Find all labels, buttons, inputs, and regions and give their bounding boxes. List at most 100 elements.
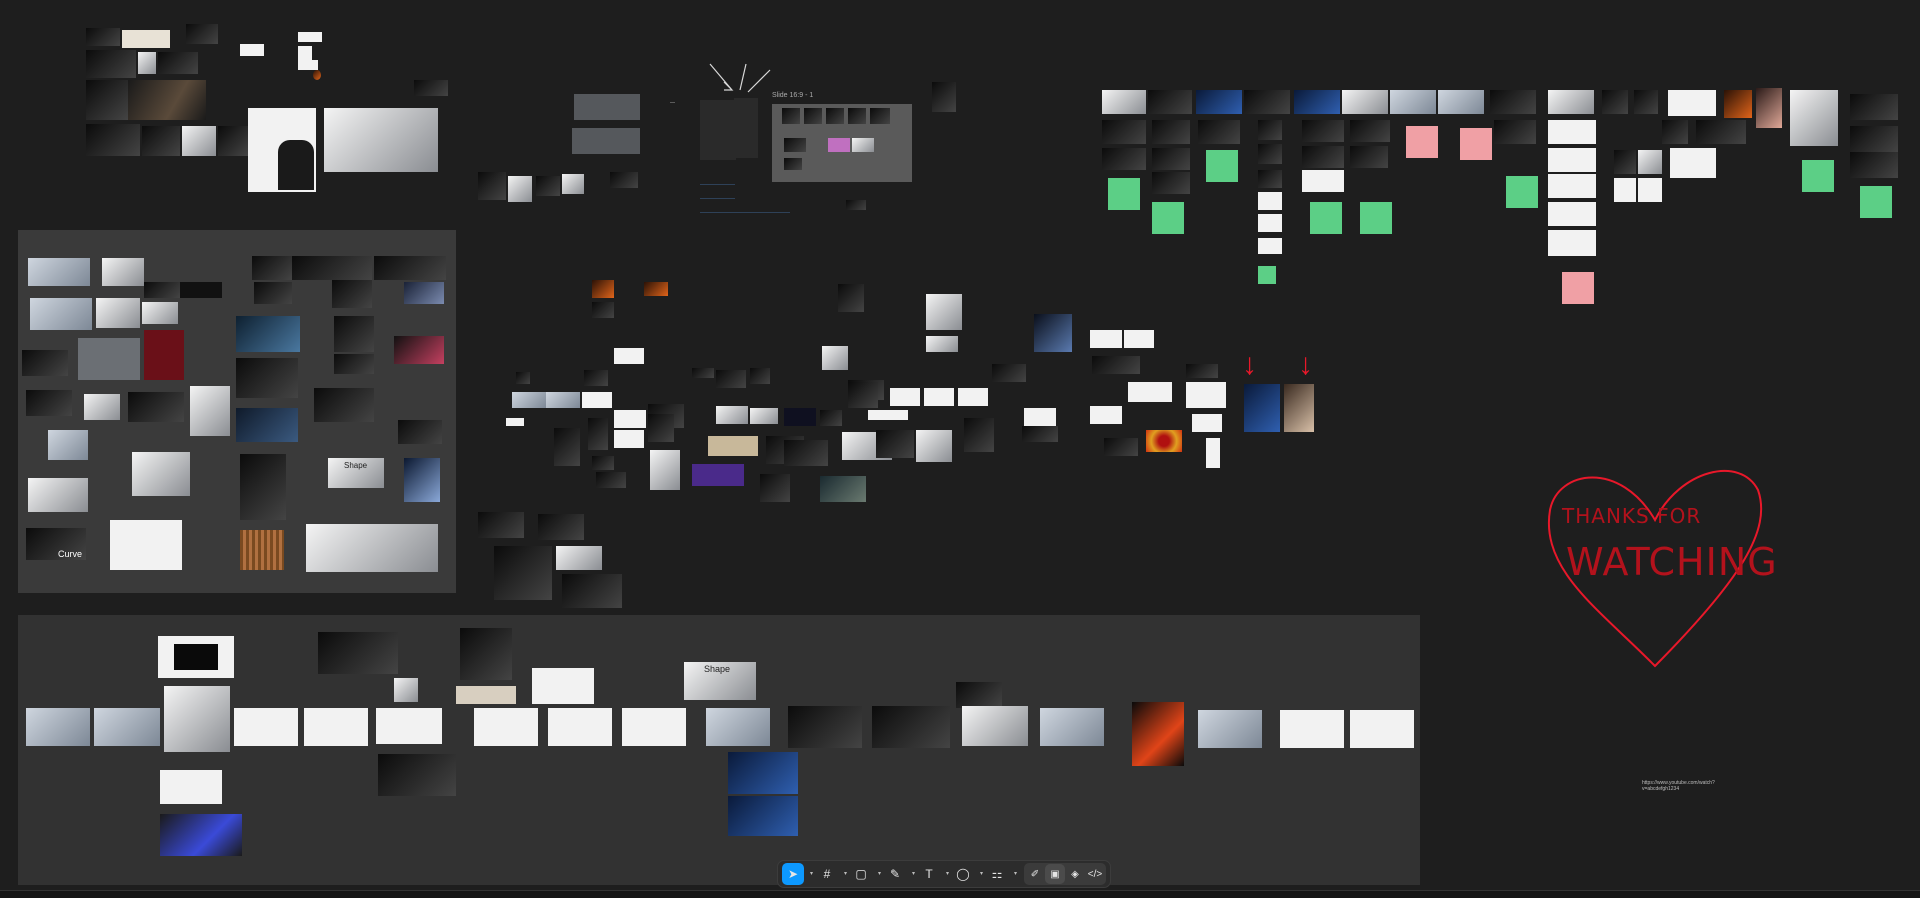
- canvas-image[interactable]: [876, 430, 914, 458]
- canvas-image[interactable]: [1148, 90, 1192, 114]
- canvas-image[interactable]: [750, 368, 770, 384]
- canvas-image[interactable]: [1670, 148, 1716, 178]
- canvas-image[interactable]: [1186, 364, 1218, 378]
- canvas-image[interactable]: [1024, 408, 1056, 426]
- canvas-image[interactable]: [644, 282, 668, 296]
- canvas-image[interactable]: [160, 814, 242, 856]
- canvas-image[interactable]: [512, 392, 546, 408]
- canvas-image[interactable]: [1548, 90, 1594, 114]
- canvas-image[interactable]: [122, 30, 170, 48]
- canvas-image[interactable]: [784, 440, 828, 466]
- canvas-image[interactable]: [716, 370, 746, 388]
- canvas-image[interactable]: [692, 464, 744, 486]
- canvas-image[interactable]: [22, 350, 68, 376]
- canvas-image[interactable]: [1850, 126, 1898, 152]
- canvas-image[interactable]: [94, 708, 160, 746]
- canvas-image[interactable]: [313, 70, 321, 80]
- canvas-image[interactable]: [494, 546, 552, 600]
- dev-mode-button[interactable]: </>: [1085, 864, 1105, 884]
- canvas-image[interactable]: [478, 172, 506, 200]
- canvas-image[interactable]: [306, 524, 438, 572]
- canvas-image[interactable]: [332, 280, 372, 308]
- canvas-image[interactable]: [1192, 414, 1222, 432]
- text-tool-button[interactable]: T ▾: [918, 863, 949, 885]
- canvas-image[interactable]: [236, 408, 298, 442]
- canvas-image[interactable]: [574, 94, 640, 120]
- canvas-image[interactable]: [1128, 382, 1172, 402]
- canvas-image[interactable]: [314, 388, 374, 422]
- sketch-arrows[interactable]: [706, 62, 776, 96]
- chevron-down-icon[interactable]: ▾: [980, 870, 983, 877]
- design-mode-button[interactable]: ▣: [1045, 864, 1065, 884]
- canvas-image[interactable]: [240, 530, 284, 570]
- canvas-image[interactable]: [728, 796, 798, 836]
- canvas-image[interactable]: [958, 388, 988, 406]
- sticky-note[interactable]: [1360, 202, 1392, 234]
- canvas-image[interactable]: [1638, 150, 1662, 174]
- canvas-image[interactable]: [1350, 146, 1388, 168]
- canvas-image[interactable]: [278, 140, 314, 190]
- canvas-image[interactable]: [562, 574, 622, 608]
- sticky-note[interactable]: [1406, 126, 1438, 158]
- canvas-image[interactable]: [1790, 90, 1838, 146]
- canvas-image[interactable]: [846, 200, 866, 210]
- canvas-image[interactable]: [236, 316, 300, 352]
- canvas-image[interactable]: [334, 354, 374, 374]
- canvas-image[interactable]: [474, 708, 538, 746]
- canvas-image[interactable]: [1090, 406, 1122, 424]
- canvas-image[interactable]: [254, 282, 292, 304]
- canvas-image[interactable]: [1302, 170, 1344, 192]
- canvas-image[interactable]: [728, 752, 798, 794]
- canvas-image[interactable]: [128, 392, 184, 422]
- canvas-image[interactable]: [1034, 314, 1072, 352]
- sticky-note[interactable]: [1258, 266, 1276, 284]
- canvas-image[interactable]: [820, 476, 866, 502]
- prototype-mode-button[interactable]: ◈: [1065, 864, 1085, 884]
- canvas-image[interactable]: [1696, 120, 1746, 144]
- sticky-note[interactable]: [1506, 176, 1538, 208]
- shape-tool-button[interactable]: ▢ ▾: [850, 863, 881, 885]
- canvas-image[interactable]: [716, 406, 748, 424]
- design-canvas[interactable]: Curve Shape — Slide 16:9 - 1 ——————— ———…: [0, 0, 1920, 890]
- canvas-image[interactable]: [546, 392, 580, 408]
- canvas-image[interactable]: [84, 394, 120, 420]
- canvas-image[interactable]: [218, 126, 248, 156]
- canvas-image[interactable]: [142, 126, 180, 156]
- canvas-image[interactable]: [548, 708, 612, 746]
- sticky-note[interactable]: [1310, 202, 1342, 234]
- canvas-image[interactable]: [174, 644, 218, 670]
- canvas-image[interactable]: [234, 708, 298, 746]
- comment-tool-button[interactable]: ◯ ▾: [952, 863, 983, 885]
- canvas-image[interactable]: [868, 410, 908, 420]
- canvas-image[interactable]: [1850, 152, 1898, 178]
- canvas-image[interactable]: [1602, 90, 1628, 114]
- canvas-image[interactable]: [1350, 710, 1414, 748]
- canvas-image[interactable]: [456, 686, 516, 704]
- canvas-image[interactable]: [782, 108, 800, 124]
- canvas-image[interactable]: [374, 256, 446, 280]
- canvas-image[interactable]: [304, 708, 368, 746]
- canvas-image[interactable]: [1302, 120, 1344, 142]
- canvas-image[interactable]: [592, 302, 614, 318]
- canvas-image[interactable]: [1102, 120, 1146, 144]
- canvas-image[interactable]: [1258, 144, 1282, 164]
- canvas-image[interactable]: [506, 418, 524, 426]
- canvas-image[interactable]: [394, 678, 418, 702]
- sticky-note[interactable]: [1562, 272, 1594, 304]
- canvas-image[interactable]: [1494, 120, 1536, 144]
- canvas-image[interactable]: [848, 382, 878, 408]
- canvas-image[interactable]: [1668, 90, 1716, 116]
- canvas-image[interactable]: [1040, 708, 1104, 746]
- canvas-image[interactable]: [1244, 90, 1290, 114]
- canvas-image[interactable]: [838, 284, 864, 312]
- canvas-image[interactable]: [186, 24, 218, 44]
- canvas-image[interactable]: [610, 172, 638, 188]
- canvas-image[interactable]: [1258, 238, 1282, 254]
- move-tool-button[interactable]: ➤ ▾: [782, 863, 813, 885]
- canvas-image[interactable]: [48, 430, 88, 460]
- canvas-image[interactable]: [138, 52, 156, 74]
- canvas-image[interactable]: [1132, 702, 1184, 766]
- canvas-image[interactable]: [1090, 330, 1122, 348]
- chevron-down-icon[interactable]: ▾: [878, 870, 881, 877]
- chevron-down-icon[interactable]: ▾: [946, 870, 949, 877]
